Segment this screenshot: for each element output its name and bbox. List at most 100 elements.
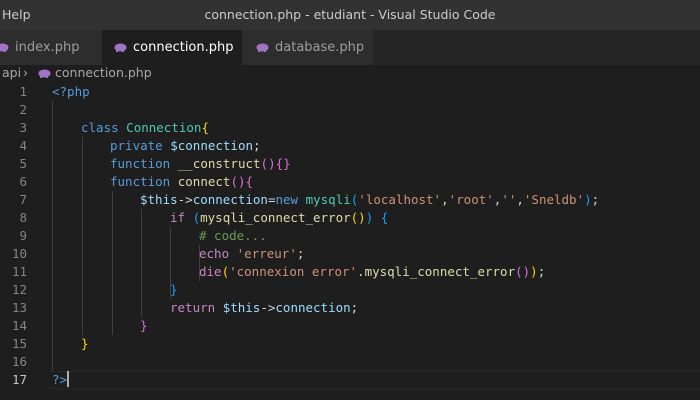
code-token: , xyxy=(516,192,524,207)
code-token: } xyxy=(81,336,89,351)
code-line[interactable]: 6 function connect(){ xyxy=(0,173,700,191)
code-line[interactable]: 2 xyxy=(0,101,700,119)
code-line[interactable]: 3 class Connection{ xyxy=(0,119,700,137)
code-text: class Connection{ xyxy=(81,119,209,137)
code-token: . xyxy=(357,264,365,279)
code-token: ; xyxy=(591,192,600,207)
code-token: ?> xyxy=(52,372,68,387)
tab-label: index.php xyxy=(15,40,80,55)
line-number: 9 xyxy=(19,228,27,243)
code-line[interactable]: 15} xyxy=(0,335,700,353)
code-editor[interactable]: 1 <?php 2 3 class Connection{4 private $conne… xyxy=(0,83,700,400)
code-token: if xyxy=(170,210,186,225)
code-text: # code... xyxy=(199,227,267,245)
line-number: 15 xyxy=(11,336,27,351)
tab-index-php[interactable]: index.php xyxy=(0,30,102,65)
code-token: ( xyxy=(221,264,230,279)
breadcrumb-file[interactable]: connection.php xyxy=(55,65,152,81)
code-token: } xyxy=(170,282,178,297)
code-token: ( xyxy=(192,210,201,225)
code-token: <?php xyxy=(52,84,90,99)
code-line[interactable]: 9 # code... xyxy=(0,227,700,245)
code-text: } xyxy=(140,317,148,335)
line-number: 3 xyxy=(19,120,27,135)
code-line[interactable]: 1 <?php xyxy=(0,83,700,101)
code-token: 'connexion error' xyxy=(229,264,358,279)
code-token: ; xyxy=(296,246,305,261)
code-line[interactable]: 7 $this->connection=new mysqli('localhost… xyxy=(0,191,700,209)
code-text: $this->connection=new mysqli('localhost'… xyxy=(140,191,599,209)
text-cursor xyxy=(67,371,70,387)
code-token: __construct xyxy=(177,156,261,171)
code-token: () xyxy=(260,156,276,171)
code-line[interactable]: 13 return $this->connection; xyxy=(0,299,700,317)
code-token: { xyxy=(201,120,209,135)
line-number: 12 xyxy=(11,282,27,297)
code-token: ; xyxy=(350,300,359,315)
line-number: 11 xyxy=(11,264,27,279)
code-token: mysqli_connect_error xyxy=(364,264,516,279)
code-token: '' xyxy=(501,192,517,207)
php-elephant-icon xyxy=(114,43,127,52)
code-token: function xyxy=(110,174,171,189)
code-token: 'Sneldb' xyxy=(523,192,585,207)
code-token: $connection xyxy=(170,138,254,153)
breadcrumb: api › connection.php xyxy=(0,65,700,83)
code-line[interactable]: 11 die('connexion error'.mysqli_connect_e… xyxy=(0,263,700,281)
code-line[interactable]: 10 echo 'erreur'; xyxy=(0,245,700,263)
code-token: , xyxy=(441,192,449,207)
code-token: { xyxy=(245,174,254,189)
line-number: 1 xyxy=(19,84,27,99)
code-token: mysqli_connect_error xyxy=(200,210,351,225)
code-line[interactable]: 5 function __construct(){} xyxy=(0,155,700,173)
code-token: ) xyxy=(584,192,592,207)
code-line[interactable]: 16 xyxy=(0,353,700,371)
code-token: class xyxy=(81,120,119,135)
code-line[interactable]: 17 ?> xyxy=(0,371,700,389)
code-token: $this xyxy=(140,192,178,207)
chevron-right-icon: › xyxy=(23,65,28,80)
code-token: connection xyxy=(275,300,351,315)
code-token: ; xyxy=(253,138,261,153)
code-text: function connect(){ xyxy=(110,173,253,191)
tab-connection-php[interactable]: connection.php× xyxy=(102,30,252,65)
php-elephant-icon xyxy=(0,43,9,52)
code-token: 'root' xyxy=(448,192,494,207)
line-number: 14 xyxy=(11,318,27,333)
code-line[interactable]: 14} xyxy=(0,317,700,335)
php-elephant-icon xyxy=(256,43,269,52)
line-number: 5 xyxy=(19,156,27,171)
code-token: () xyxy=(515,264,531,279)
line-number: 7 xyxy=(19,192,27,207)
window-title: connection.php - etudiant - Visual Studi… xyxy=(204,7,496,22)
code-token: # code... xyxy=(199,228,267,243)
line-number: 6 xyxy=(19,174,27,189)
code-text: die('connexion error'.mysqli_connect_err… xyxy=(199,263,545,281)
code-token: } xyxy=(140,318,148,333)
code-token: $this xyxy=(222,300,261,315)
tab-database-php[interactable]: database.php xyxy=(242,30,373,65)
php-elephant-icon xyxy=(38,69,51,78)
code-token: function xyxy=(110,156,171,171)
code-text: private $connection; xyxy=(110,137,261,155)
line-number: 16 xyxy=(11,354,27,369)
code-line[interactable]: 4 private $connection; xyxy=(0,137,700,155)
code-text: } xyxy=(170,281,178,299)
code-line[interactable]: 8 if (mysqli_connect_error()) { xyxy=(0,209,700,227)
title-bar: Help connection.php - etudiant - Visual … xyxy=(0,0,700,30)
line-number: 8 xyxy=(19,210,27,225)
code-token: connect xyxy=(177,174,231,189)
breadcrumb-folder[interactable]: api xyxy=(2,65,21,81)
line-number: 17 xyxy=(11,372,27,387)
code-token: 'erreur' xyxy=(236,246,297,261)
code-token: -> xyxy=(260,300,276,315)
code-line[interactable]: 12} xyxy=(0,281,700,299)
code-token: new xyxy=(275,192,299,207)
code-text: } xyxy=(81,335,89,353)
